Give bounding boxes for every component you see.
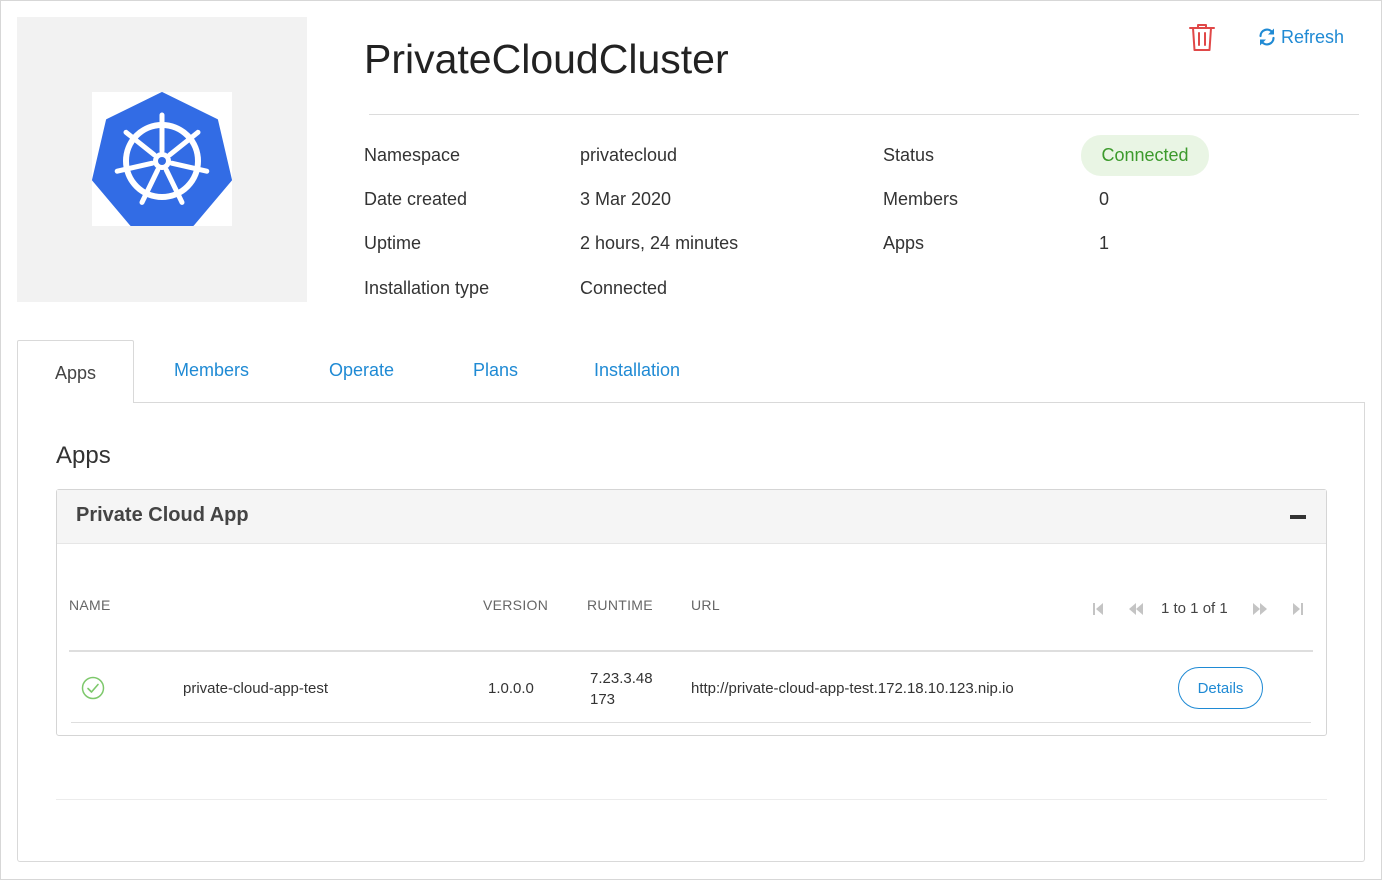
delete-button[interactable]	[1186, 21, 1218, 53]
members-count: 0	[1099, 189, 1110, 209]
namespace-label: Namespace	[364, 145, 461, 165]
date-created-label: Date created	[364, 189, 468, 209]
cluster-logo-box	[17, 17, 307, 302]
last-page-icon[interactable]	[1291, 601, 1305, 617]
refresh-label: Refresh	[1281, 26, 1345, 47]
app-name: private-cloud-app-test	[183, 680, 329, 697]
tab-apps[interactable]: Apps	[17, 340, 134, 403]
refresh-button[interactable]: Refresh	[1257, 24, 1344, 50]
installation-type-label: Installation type	[364, 278, 490, 298]
tab-plans[interactable]: Plans	[473, 360, 518, 381]
members-label: Members	[883, 189, 959, 209]
status-label: Status	[883, 145, 935, 165]
check-circle-icon	[81, 676, 105, 700]
column-header-version: VERSION	[483, 597, 549, 613]
column-header-runtime: RUNTIME	[587, 597, 653, 613]
collapse-icon[interactable]	[1289, 510, 1307, 524]
table-header-divider	[69, 650, 1313, 652]
tab-members[interactable]: Members	[174, 360, 249, 381]
app-runtime-line2: 173	[590, 691, 616, 708]
app-url: http://private-cloud-app-test.172.18.10.…	[691, 680, 1014, 697]
app-version: 1.0.0.0	[488, 680, 534, 697]
column-header-name: NAME	[69, 597, 111, 613]
cluster-title: PrivateCloudCluster	[364, 36, 729, 82]
status-badge: Connected	[1081, 135, 1209, 176]
app-runtime-line1: 7.23.3.48	[590, 670, 653, 687]
details-button[interactable]: Details	[1178, 667, 1263, 709]
column-header-url: URL	[691, 597, 720, 613]
section-bottom-divider	[56, 799, 1327, 800]
uptime-label: Uptime	[364, 233, 422, 253]
namespace-value: privatecloud	[580, 145, 678, 165]
date-created-value: 3 Mar 2020	[580, 189, 672, 209]
installation-type-value: Connected	[580, 278, 668, 298]
previous-page-icon[interactable]	[1127, 601, 1145, 617]
app-runtime: 7.23.3.48 173	[590, 668, 653, 710]
next-page-icon[interactable]	[1251, 601, 1269, 617]
apps-count: 1	[1099, 233, 1110, 253]
app-card-header[interactable]: Private Cloud App	[57, 490, 1326, 544]
table-row-divider	[71, 722, 1311, 723]
uptime-value: 2 hours, 24 minutes	[580, 233, 739, 253]
tab-installation[interactable]: Installation	[594, 360, 680, 381]
first-page-icon[interactable]	[1091, 601, 1105, 617]
app-card-title: Private Cloud App	[76, 504, 249, 526]
pager-label: 1 to 1 of 1	[1161, 600, 1228, 617]
trash-icon	[1189, 24, 1215, 51]
apps-label: Apps	[883, 233, 925, 253]
header-divider	[369, 114, 1359, 115]
apps-section-title: Apps	[56, 442, 111, 469]
tab-operate[interactable]: Operate	[329, 360, 394, 381]
refresh-icon	[1259, 28, 1275, 46]
kubernetes-logo	[92, 92, 232, 226]
